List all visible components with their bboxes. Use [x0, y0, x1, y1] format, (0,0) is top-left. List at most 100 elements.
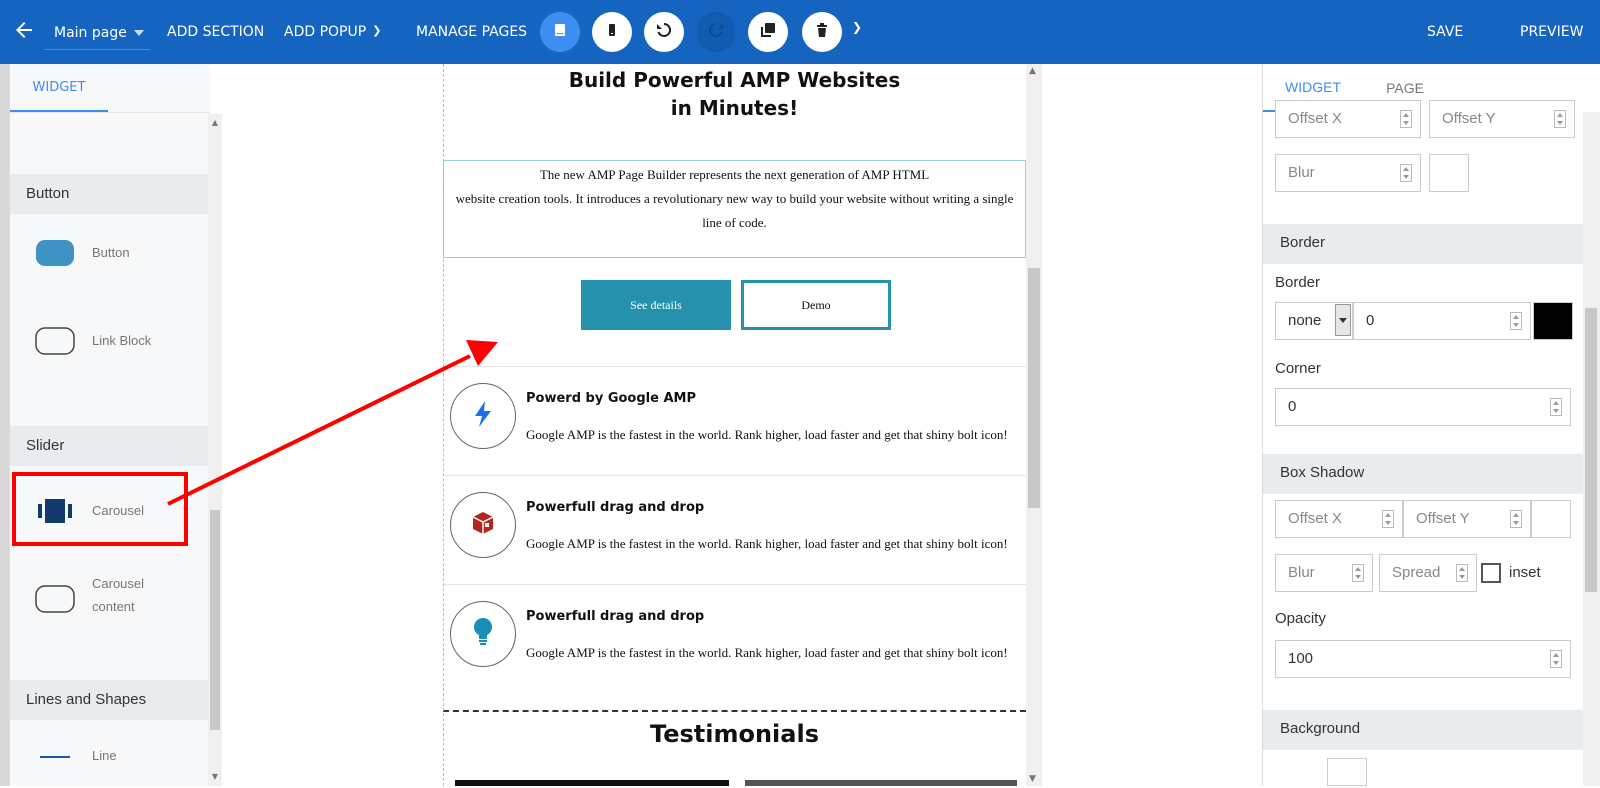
properties-scrollbar[interactable] [1583, 112, 1600, 786]
manage-pages-button[interactable]: MANAGE PAGES [416, 24, 527, 40]
border-color-swatch[interactable] [1533, 302, 1573, 340]
shadow-color-swatch[interactable] [1429, 154, 1469, 192]
redo-button[interactable] [696, 12, 736, 52]
scroll-down-icon[interactable]: ▼ [210, 772, 220, 782]
widget-line[interactable]: Line [10, 728, 208, 788]
add-popup-label: ADD POPUP [284, 24, 367, 40]
chevron-down-icon[interactable] [1335, 304, 1351, 336]
bolt-icon [472, 399, 494, 433]
scroll-up-icon[interactable]: ▲ [1029, 66, 1036, 76]
delete-button[interactable] [802, 12, 842, 52]
feature-desc: Google AMP is the fastest in the world. … [526, 645, 1008, 660]
section-background: Background [1263, 710, 1583, 750]
category-lines-shapes: Lines and Shapes [10, 680, 208, 720]
inset-label: inset [1509, 564, 1541, 581]
intro-line: The new AMP Page Builder represents the … [539, 167, 930, 182]
top-toolbar: Main page ADD SECTION ADD POPUP ❯ MANAGE … [0, 0, 1600, 64]
offset-x-input[interactable]: Offset X [1275, 100, 1421, 138]
stepper-icon[interactable] [1382, 510, 1394, 528]
page-select-dropdown[interactable]: Main page [44, 14, 150, 50]
stepper-icon[interactable] [1510, 312, 1522, 330]
stepper-icon[interactable] [1400, 164, 1412, 182]
lightbulb-icon [471, 616, 495, 652]
carousel-content-icon [34, 584, 76, 614]
field-placeholder: Blur [1288, 164, 1315, 181]
headline-line: Build Powerful AMP Websites [568, 68, 901, 92]
inset-checkbox[interactable] [1481, 563, 1501, 583]
field-placeholder: Offset X [1288, 510, 1342, 527]
opacity-label: Opacity [1275, 610, 1326, 627]
feature-row[interactable]: Powerfull drag and drop Google AMP is th… [443, 584, 1026, 692]
testimonials-heading[interactable]: Testimonials [443, 720, 1026, 748]
border-width-input[interactable]: 0 [1353, 302, 1531, 340]
widget-link-block[interactable]: Link Block [10, 312, 208, 372]
feature-desc: Google AMP is the fastest in the world. … [526, 536, 1008, 551]
stepper-icon[interactable] [1400, 110, 1412, 128]
intro-line: line of code. [702, 215, 767, 230]
line-icon [34, 742, 76, 772]
highlight-box [12, 472, 188, 546]
left-scrollbar[interactable]: ▲ ▼ [208, 114, 222, 786]
background-color-swatch[interactable] [1327, 758, 1367, 786]
stepper-icon[interactable] [1456, 564, 1468, 582]
stepper-icon[interactable] [1554, 110, 1566, 128]
add-popup-button[interactable]: ADD POPUP ❯ [284, 24, 381, 40]
page-canvas: Build Powerful AMP Websites in Minutes! … [443, 64, 1026, 786]
border-style-value: none [1288, 312, 1322, 329]
feature-desc: Google AMP is the fastest in the world. … [526, 427, 1008, 442]
stepper-icon[interactable] [1352, 564, 1364, 582]
left-panel-edge [0, 64, 10, 786]
tab-widget[interactable]: WIDGET [10, 64, 108, 112]
stepper-icon[interactable] [1510, 510, 1522, 528]
undo-button[interactable] [644, 12, 684, 52]
feature-title: Powerd by Google AMP [526, 391, 696, 406]
mobile-view-button[interactable] [592, 12, 632, 52]
add-section-button[interactable]: ADD SECTION [167, 24, 264, 40]
feature-title: Powerfull drag and drop [526, 609, 705, 624]
canvas-scrollbar[interactable]: ▲ ▼ [1026, 64, 1042, 786]
mobile-view-icon [604, 22, 620, 42]
offset-y-input[interactable]: Offset Y [1429, 100, 1575, 138]
widget-button[interactable]: Button [10, 224, 208, 284]
stepper-icon[interactable] [1550, 650, 1562, 668]
intro-text-block[interactable]: The new AMP Page Builder represents the … [443, 160, 1026, 258]
stepper-icon[interactable] [1550, 398, 1562, 416]
testimonial-card[interactable] [745, 780, 1017, 786]
back-arrow-icon[interactable] [12, 18, 36, 42]
hero-headline[interactable]: Build Powerful AMP Websites in Minutes! [443, 66, 1026, 122]
box-shadow-offset-y-input[interactable]: Offset Y [1403, 500, 1531, 538]
feature-row[interactable]: Powerfull drag and drop Google AMP is th… [443, 475, 1026, 583]
save-button[interactable]: SAVE [1427, 24, 1463, 40]
desktop-view-button[interactable] [540, 12, 580, 52]
opacity-input[interactable]: 100 [1275, 640, 1571, 678]
undo-icon [655, 21, 673, 43]
section-divider [443, 710, 1026, 712]
feature-title: Powerfull drag and drop [526, 500, 705, 515]
border-label: Border [1275, 274, 1321, 291]
desktop-view-icon [552, 22, 568, 42]
scroll-down-icon[interactable]: ▼ [1029, 774, 1036, 784]
scroll-up-icon[interactable]: ▲ [210, 118, 220, 128]
box-shadow-blur-input[interactable]: Blur [1275, 554, 1373, 592]
intro-line: website creation tools. It introduces a … [455, 191, 1014, 206]
scroll-thumb[interactable] [210, 510, 220, 730]
corner-input[interactable]: 0 [1275, 388, 1571, 426]
scroll-thumb[interactable] [1028, 268, 1040, 508]
feature-row[interactable]: Powerd by Google AMP Google AMP is the f… [443, 366, 1026, 474]
preview-button[interactable]: PREVIEW [1520, 24, 1583, 40]
box-shadow-color-swatch[interactable] [1531, 500, 1571, 538]
testimonial-card[interactable] [455, 780, 729, 786]
box-shadow-spread-input[interactable]: Spread [1379, 554, 1477, 592]
category-button: Button [10, 174, 208, 214]
scroll-thumb[interactable] [1585, 308, 1597, 592]
section-border: Border [1263, 224, 1583, 264]
widget-label: Line [92, 748, 117, 763]
duplicate-button[interactable] [748, 12, 788, 52]
see-details-button[interactable]: See details [581, 280, 731, 330]
demo-button[interactable]: Demo [741, 280, 891, 330]
box-shadow-offset-x-input[interactable]: Offset X [1275, 500, 1403, 538]
divider [10, 112, 210, 113]
chevron-down-icon[interactable]: ❯ [852, 20, 862, 34]
blur-input[interactable]: Blur [1275, 154, 1421, 192]
widget-carousel-content[interactable]: Carousel content [10, 564, 208, 644]
